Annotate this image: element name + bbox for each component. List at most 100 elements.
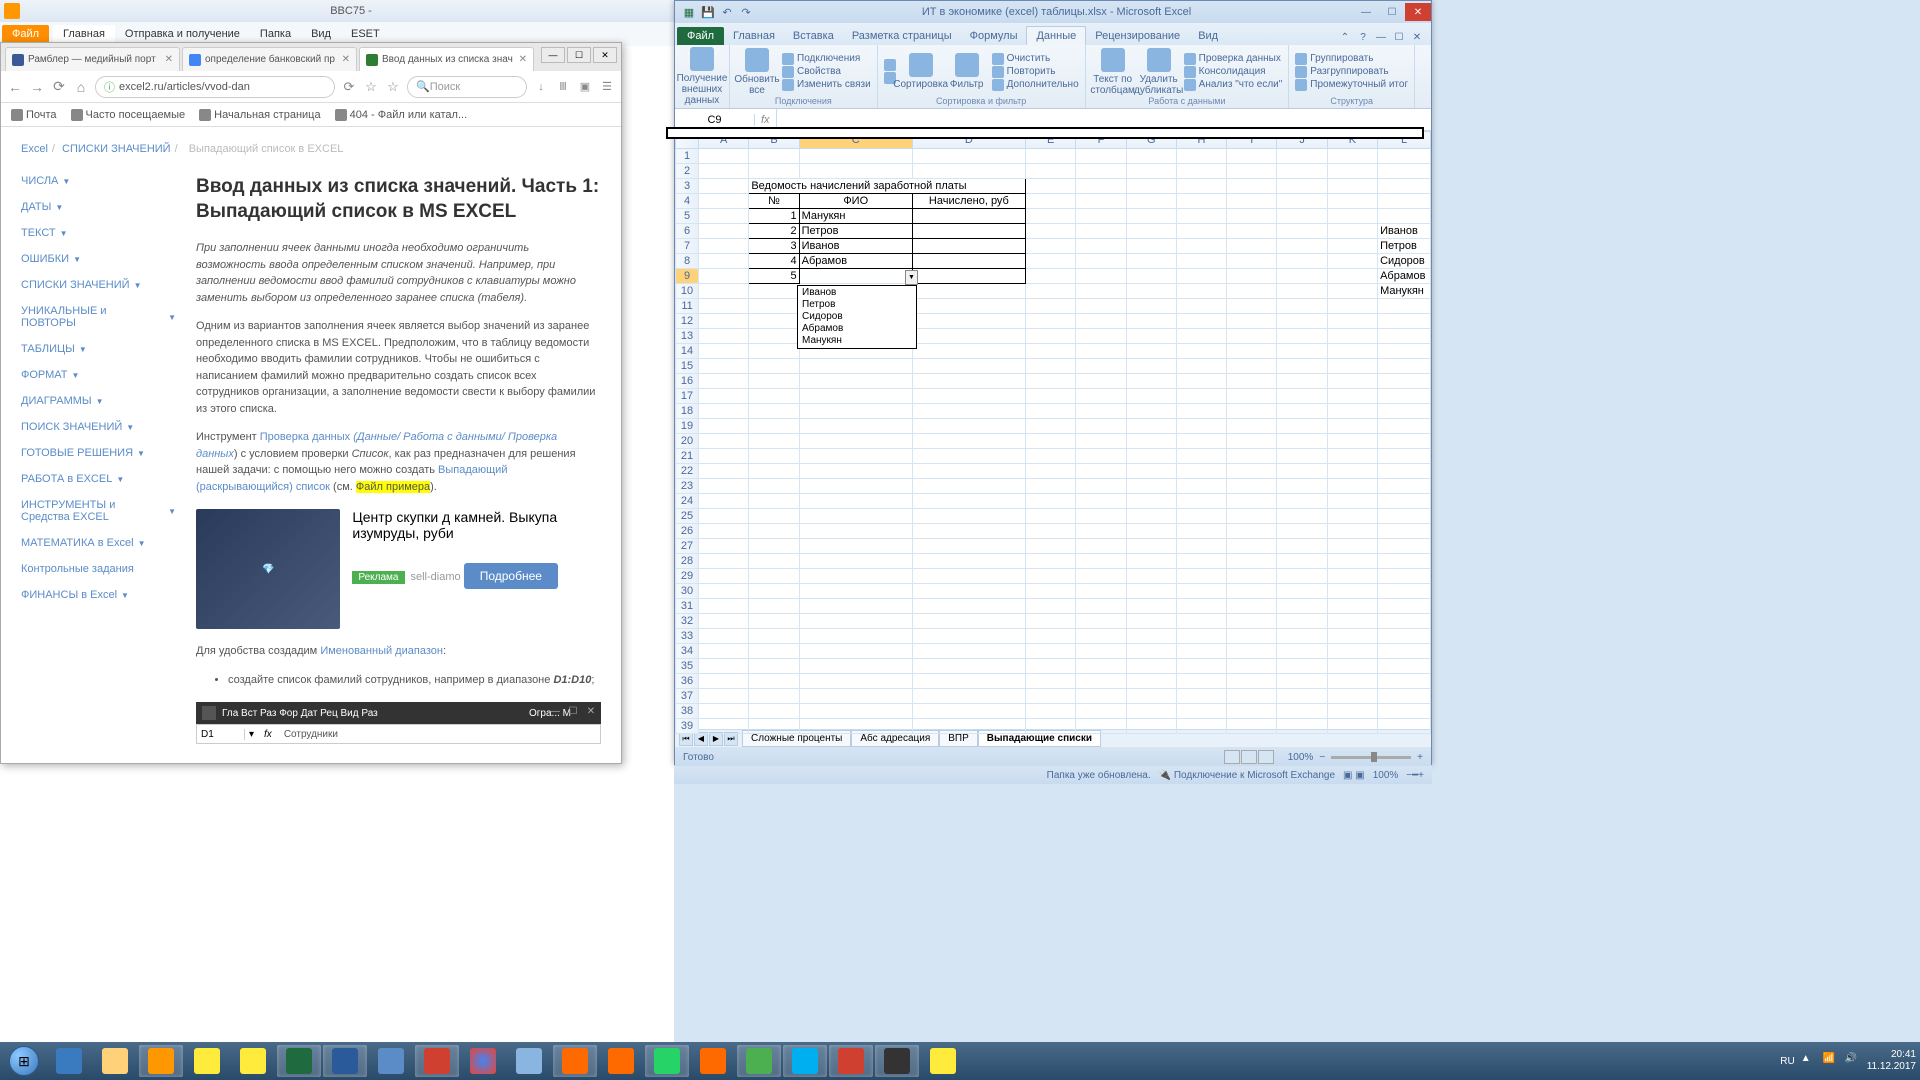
bookmark-icon[interactable]: ☆ <box>385 79 401 95</box>
taskbar-app-wa[interactable] <box>645 1045 689 1077</box>
wb-min-icon[interactable]: — <box>1373 29 1389 45</box>
side-item[interactable]: УНИКАЛЬНЫЕ и ПОВТОРЫ▼ <box>21 305 176 329</box>
spreadsheet-grid[interactable]: ABCDEFGHIJKL123Ведомость начислений зара… <box>675 131 1431 729</box>
dropdown-item[interactable]: Петров <box>800 299 914 311</box>
dropdown-list[interactable]: Иванов Петров Сидоров Абрамов Манукян <box>797 285 917 349</box>
minimize-button[interactable]: — <box>1353 3 1379 21</box>
filter-button[interactable]: Фильтр <box>946 53 988 90</box>
taskbar-app-excel[interactable] <box>277 1045 321 1077</box>
formula-input[interactable] <box>776 109 1431 130</box>
sidebar-icon[interactable]: ▣ <box>577 79 593 95</box>
wb-max-icon[interactable]: ☐ <box>1391 29 1407 45</box>
dropdown-button[interactable]: ▼ <box>905 270 918 285</box>
taskbar-app-cmd[interactable] <box>875 1045 919 1077</box>
taskbar-app-ff2[interactable] <box>599 1045 643 1077</box>
side-item[interactable]: ИНСТРУМЕНТЫ и Средства EXCEL▼ <box>21 499 176 523</box>
view-layout-icon[interactable] <box>1241 750 1257 764</box>
outlook-file-tab[interactable]: Файл <box>2 25 49 43</box>
nested-max[interactable]: ☐ <box>565 704 581 718</box>
forward-button[interactable]: → <box>29 79 45 95</box>
tab-layout[interactable]: Разметка страницы <box>843 27 961 45</box>
tab-view[interactable]: Вид <box>1189 27 1227 45</box>
minimize-button[interactable]: — <box>541 47 565 63</box>
side-item[interactable]: ФОРМАТ▼ <box>21 369 176 381</box>
maximize-button[interactable]: ☐ <box>567 47 591 63</box>
advertisement[interactable]: 💎 Центр скупки д камней. Выкупа изумруды… <box>196 509 601 629</box>
clock[interactable]: 20:41 11.12.2017 <box>1867 1049 1916 1073</box>
sort-button[interactable]: Сортировка <box>900 53 942 90</box>
close-button[interactable]: ✕ <box>593 47 617 63</box>
bookmark-404[interactable]: 404 - Файл или катал... <box>335 109 468 121</box>
side-item[interactable]: ЧИСЛА▼ <box>21 175 176 187</box>
back-button[interactable]: ← <box>7 79 23 95</box>
reload-button[interactable]: ⟳ <box>51 79 67 95</box>
taskbar-app-1c3[interactable] <box>921 1045 965 1077</box>
ungroup-button[interactable]: Разгруппировать <box>1295 66 1408 78</box>
side-item[interactable]: РАБОТА в EXCEL▼ <box>21 473 176 485</box>
taskbar-app-explorer[interactable] <box>93 1045 137 1077</box>
dropdown-item[interactable]: Сидоров <box>800 311 914 323</box>
view-break-icon[interactable] <box>1258 750 1274 764</box>
library-icon[interactable]: Ⅲ <box>555 79 571 95</box>
view-normal-icon[interactable] <box>1224 750 1240 764</box>
file-tab[interactable]: Файл <box>677 27 724 45</box>
ad-button[interactable]: Подробнее <box>464 563 558 589</box>
redo-icon[interactable]: ↷ <box>738 4 754 20</box>
side-item[interactable]: ТЕКСТ▼ <box>21 227 176 239</box>
dropdown-item[interactable]: Манукян <box>800 335 914 347</box>
lang-indicator[interactable]: RU <box>1780 1056 1794 1067</box>
outlook-tab-home[interactable]: Главная <box>53 25 115 43</box>
nested-titlebar[interactable]: Гла Вст Раз Фор Дат Рец Вид Раз Огра... … <box>196 702 601 724</box>
name-box[interactable]: C9 <box>675 114 755 126</box>
zoom-in-button[interactable]: + <box>1417 752 1423 763</box>
outlook-tab-eset[interactable]: ESET <box>341 25 390 43</box>
wb-close-icon[interactable]: ✕ <box>1409 29 1425 45</box>
taskbar-app-chrome[interactable] <box>461 1045 505 1077</box>
advanced-button[interactable]: Дополнительно <box>992 79 1079 91</box>
browser-tab-0[interactable]: Рамблер — медийный порт✕ <box>5 47 180 71</box>
taskbar-app-outlook[interactable] <box>139 1045 183 1077</box>
taskbar-app-generic[interactable] <box>369 1045 413 1077</box>
start-button[interactable]: ⊞ <box>2 1045 46 1077</box>
menu-icon[interactable]: ☰ <box>599 79 615 95</box>
nested-min[interactable]: — <box>547 704 563 718</box>
tab-insert[interactable]: Вставка <box>784 27 843 45</box>
dropdown-item[interactable]: Иванов <box>800 287 914 299</box>
home-button[interactable]: ⌂ <box>73 79 89 95</box>
side-item[interactable]: ДАТЫ▼ <box>21 201 176 213</box>
dropdown-item[interactable]: Абрамов <box>800 323 914 335</box>
taskbar-app-1c[interactable] <box>185 1045 229 1077</box>
nested-close[interactable]: ✕ <box>583 704 599 718</box>
refresh-all-button[interactable]: Обновить все <box>736 48 778 96</box>
tray-sound-icon[interactable]: 🔊 <box>1845 1053 1861 1069</box>
bookmark-mail[interactable]: Почта <box>11 109 57 121</box>
taskbar-app-pdf[interactable] <box>829 1045 873 1077</box>
text-to-columns-button[interactable]: Текст по столбцам <box>1092 48 1134 96</box>
bc-excel[interactable]: Excel <box>21 143 48 155</box>
get-external-data-button[interactable]: Получение внешних данных <box>681 47 723 106</box>
tab-home[interactable]: Главная <box>724 27 784 45</box>
side-item[interactable]: МАТЕМАТИКА в Excel▼ <box>21 537 176 549</box>
tab-data[interactable]: Данные <box>1026 26 1086 45</box>
minimize-ribbon-icon[interactable]: ⌃ <box>1337 29 1353 45</box>
search-input[interactable]: 🔍 Поиск <box>407 76 527 98</box>
zoom-out-button[interactable]: − <box>1319 752 1325 763</box>
taskbar-app-pp[interactable] <box>415 1045 459 1077</box>
tray-flag-icon[interactable]: ▲ <box>1801 1053 1817 1069</box>
taskbar-app-ie[interactable] <box>47 1045 91 1077</box>
nested-namebox[interactable]: D1 <box>197 729 245 740</box>
undo-icon[interactable]: ↶ <box>719 4 735 20</box>
help-icon[interactable]: ? <box>1355 29 1371 45</box>
refresh-icon[interactable]: ⟳ <box>341 79 357 95</box>
side-item[interactable]: ГОТОВЫЕ РЕШЕНИЯ▼ <box>21 447 176 459</box>
taskbar-app-1c2[interactable] <box>231 1045 275 1077</box>
browser-tab-2[interactable]: Ввод данных из списка знач✕ <box>359 47 534 71</box>
clear-button[interactable]: Очистить <box>992 53 1079 65</box>
side-item[interactable]: ОШИБКИ▼ <box>21 253 176 265</box>
save-icon[interactable]: 💾 <box>700 4 716 20</box>
connections-button[interactable]: Подключения <box>782 53 871 65</box>
sort-az-button[interactable] <box>884 59 896 71</box>
zoom-thumb[interactable] <box>1371 752 1377 762</box>
consolidate-button[interactable]: Консолидация <box>1184 66 1283 78</box>
tab-formulas[interactable]: Формулы <box>961 27 1027 45</box>
